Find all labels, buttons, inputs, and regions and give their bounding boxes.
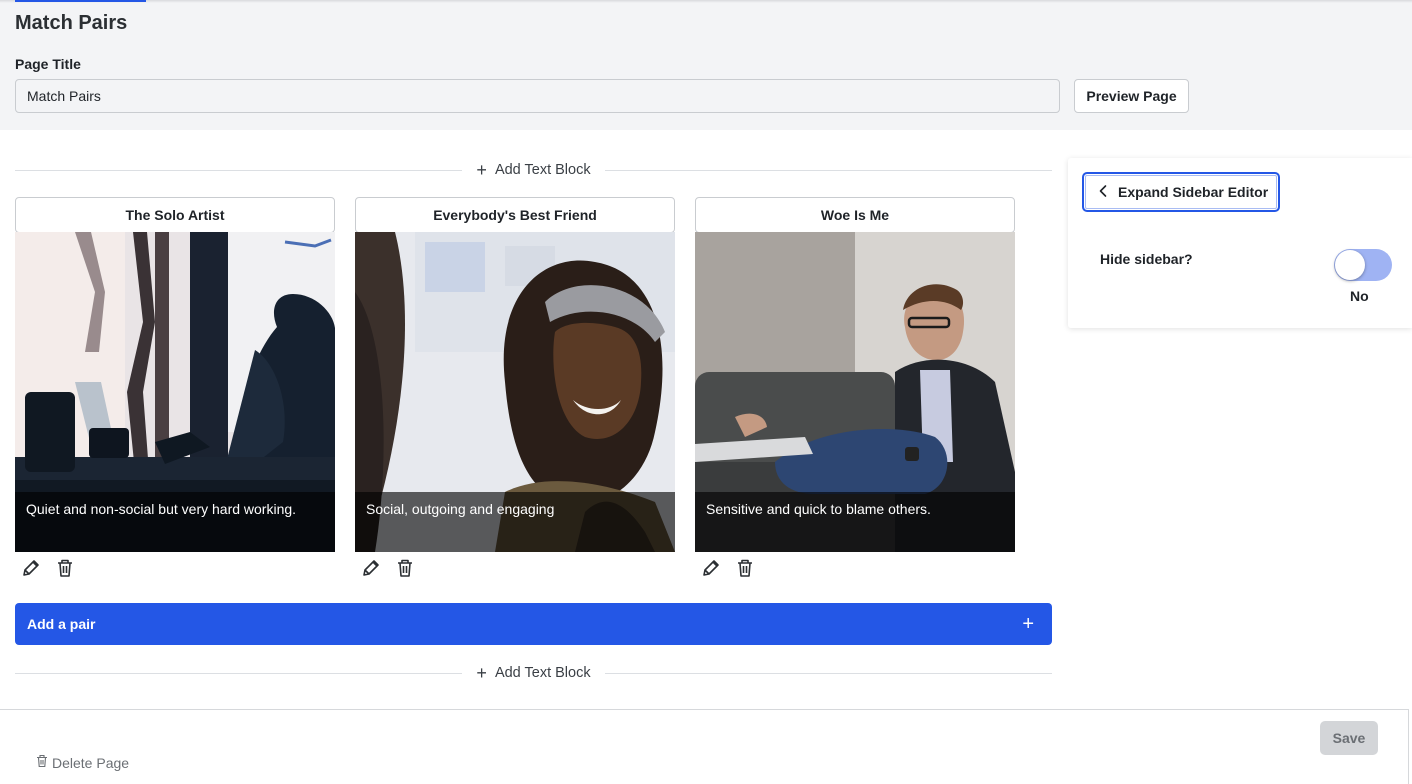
card-caption: Quiet and non-social but very hard worki…	[15, 492, 335, 552]
page-title-input[interactable]	[15, 79, 1060, 113]
chevron-left-icon	[1098, 184, 1108, 201]
pair-card: The Solo Artist Quiet and non-social but…	[15, 197, 335, 577]
preview-page-button[interactable]: Preview Page	[1074, 79, 1189, 113]
pencil-icon[interactable]	[20, 556, 41, 580]
add-text-block-label: Add Text Block	[494, 162, 591, 178]
page-title-label: Page Title	[15, 56, 81, 72]
top-shadow	[0, 0, 1412, 3]
trash-icon[interactable]	[54, 556, 75, 580]
card-actions	[355, 556, 415, 580]
card-title: Woe Is Me	[695, 197, 1015, 233]
hide-sidebar-toggle[interactable]	[1334, 249, 1392, 281]
expand-sidebar-label: Expand Sidebar Editor	[1118, 184, 1269, 200]
pair-card: Woe Is Me Sensitive and quick to blame o…	[695, 197, 1015, 577]
plus-icon: +	[476, 663, 487, 683]
card-image-woe-is-me: Sensitive and quick to blame others.	[695, 232, 1015, 552]
pencil-icon[interactable]	[360, 556, 381, 580]
card-actions	[15, 556, 75, 580]
divider-line	[15, 169, 463, 171]
divider-line	[15, 672, 463, 674]
add-text-block-top[interactable]: + Add Text Block	[15, 160, 1053, 180]
card-title: The Solo Artist	[15, 197, 335, 233]
delete-page-label: Delete Page	[52, 754, 130, 771]
pair-card: Everybody's Best Friend Social, outgoing…	[355, 197, 675, 577]
active-tab-indicator	[15, 0, 146, 2]
trash-icon[interactable]	[734, 556, 755, 580]
toggle-knob	[1335, 250, 1365, 280]
add-pair-button[interactable]: Add a pair +	[15, 603, 1052, 645]
add-text-block-label: Add Text Block	[494, 665, 591, 681]
plus-icon: +	[476, 160, 487, 180]
add-text-block-bottom[interactable]: + Add Text Block	[15, 663, 1053, 683]
card-caption: Sensitive and quick to blame others.	[695, 492, 1015, 552]
card-image-solo-artist: Quiet and non-social but very hard worki…	[15, 232, 335, 552]
add-text-block-button[interactable]: + Add Text Block	[462, 161, 604, 179]
pencil-icon[interactable]	[700, 556, 721, 580]
card-title: Everybody's Best Friend	[355, 197, 675, 233]
delete-page-link[interactable]: Delete Page	[36, 754, 129, 771]
expand-sidebar-editor-button[interactable]: Expand Sidebar Editor	[1082, 172, 1280, 212]
card-image-best-friend: Social, outgoing and engaging	[355, 232, 675, 552]
add-pair-label: Add a pair	[27, 616, 96, 632]
trash-icon	[36, 754, 48, 771]
plus-icon: +	[1022, 613, 1034, 635]
footer-divider	[0, 709, 1409, 710]
trash-icon[interactable]	[394, 556, 415, 580]
hide-sidebar-label: Hide sidebar?	[1100, 251, 1193, 267]
page-heading: Match Pairs	[15, 12, 128, 34]
toggle-state-text: No	[1350, 288, 1369, 304]
divider-line	[604, 169, 1053, 171]
add-text-block-button[interactable]: + Add Text Block	[462, 664, 604, 682]
save-button[interactable]: Save	[1320, 721, 1378, 755]
card-actions	[695, 556, 755, 580]
sidebar-editor-panel: Expand Sidebar Editor Hide sidebar? No	[1068, 158, 1412, 328]
card-caption: Social, outgoing and engaging	[355, 492, 675, 552]
footer-edge	[1408, 709, 1409, 784]
divider-line	[604, 672, 1053, 674]
